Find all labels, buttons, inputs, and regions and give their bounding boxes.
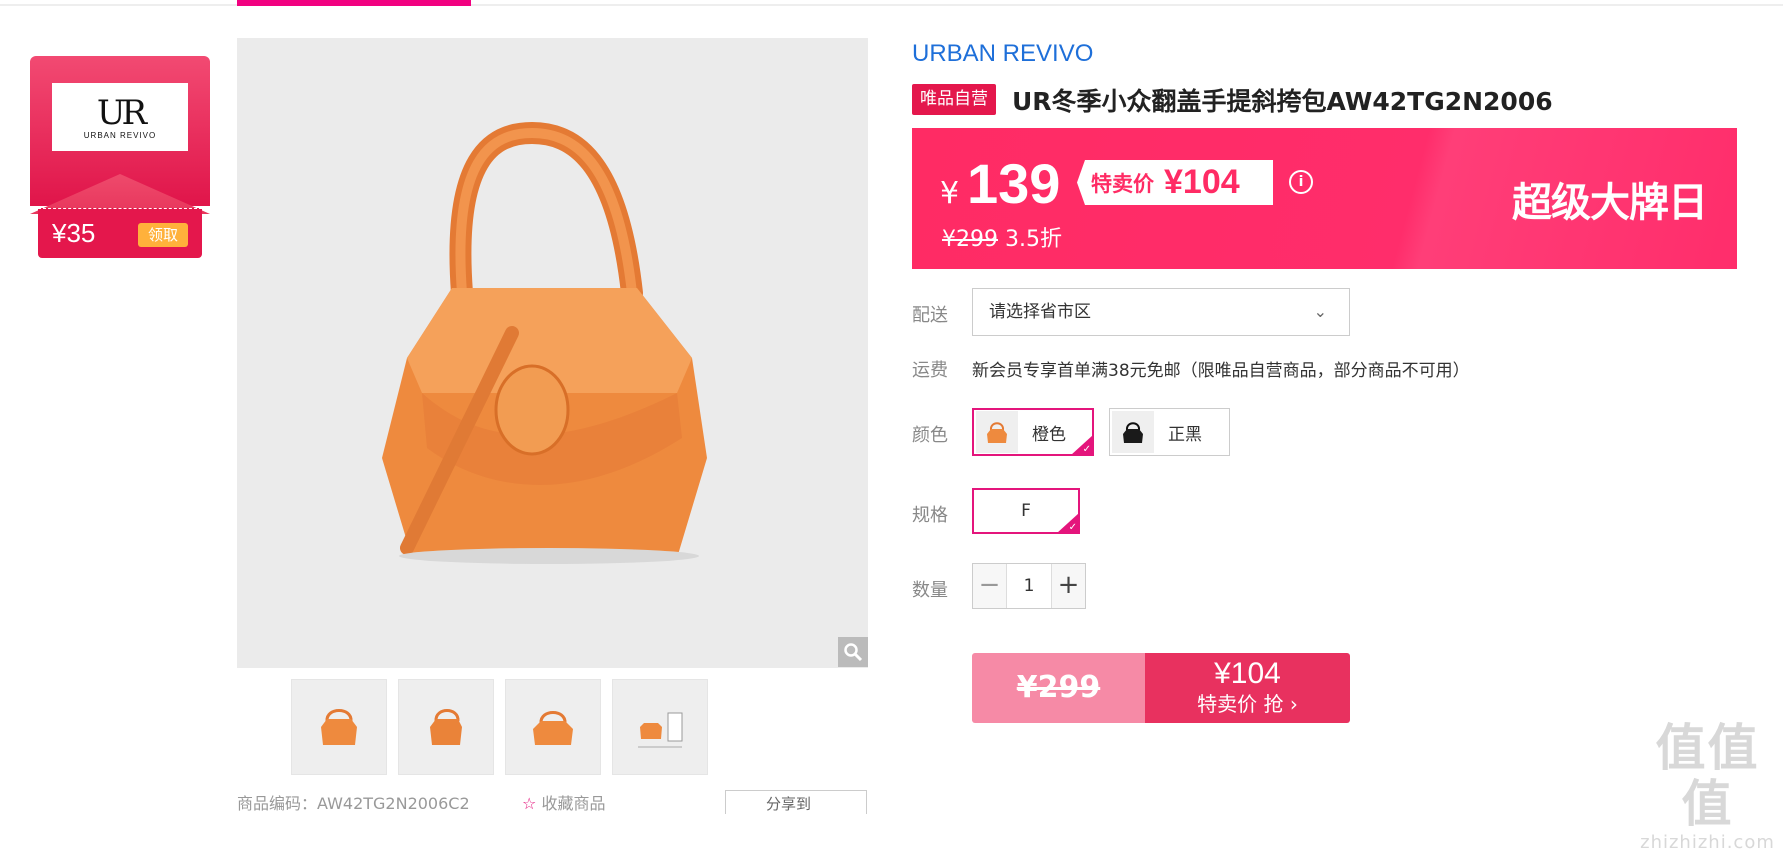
- coupon-amount: ¥35: [52, 218, 96, 248]
- handbag-illustration: [382, 121, 707, 564]
- magnifier-icon: [844, 643, 863, 662]
- buy-action-label: 特卖价 抢 ›: [1197, 692, 1298, 716]
- original-price: ¥299: [942, 227, 998, 252]
- collect-button[interactable]: ☆ 收藏商品: [522, 790, 605, 814]
- thumbnail[interactable]: [505, 679, 601, 775]
- top-nav-underline: [0, 0, 1783, 6]
- black-bag-icon: [1123, 422, 1143, 443]
- quantity-value[interactable]: 1: [1006, 564, 1052, 608]
- quantity-decrease-button[interactable]: −: [973, 564, 1006, 608]
- active-tab-indicator: [237, 0, 471, 6]
- buy-sale-price[interactable]: ¥104 特卖价 抢 ›: [1145, 653, 1350, 723]
- info-icon[interactable]: i: [1289, 170, 1313, 194]
- sale-price-tag: 特卖价 ¥104: [1077, 160, 1273, 205]
- color-option-label: 正黑: [1168, 424, 1202, 445]
- spec-option-label: F: [1021, 501, 1031, 521]
- region-select-value: 请选择省市区: [989, 302, 1091, 322]
- spec-option-f[interactable]: F ✓: [972, 488, 1080, 534]
- coupon-footer: ¥35 领取: [38, 208, 202, 258]
- color-option-black[interactable]: 正黑: [1109, 408, 1230, 456]
- quantity-increase-button[interactable]: +: [1052, 564, 1085, 608]
- quantity-stepper: − 1 +: [972, 563, 1086, 609]
- shipping-label: 运费: [912, 360, 948, 381]
- event-title: 超级大牌日: [1512, 180, 1708, 226]
- self-operated-badge: 唯品自营: [912, 84, 996, 115]
- discount-rate: 3.5折: [1005, 227, 1062, 252]
- thumbnail[interactable]: [291, 679, 387, 775]
- color-option-orange[interactable]: 橙色 ✓: [972, 408, 1094, 456]
- thumbnail-size-chart-icon: [638, 712, 683, 748]
- sale-price-value: ¥104: [1164, 163, 1240, 201]
- region-select[interactable]: 请选择省市区 ⌄: [972, 288, 1350, 336]
- brand-logo-text: URBAN REVIVO: [83, 130, 157, 140]
- quantity-label: 数量: [912, 580, 948, 601]
- product-main-image[interactable]: [237, 38, 868, 668]
- thumbnail-strip: [291, 679, 708, 775]
- chevron-down-icon: ⌄: [1313, 302, 1327, 321]
- currency-symbol: ¥: [940, 176, 960, 211]
- color-label: 颜色: [912, 425, 948, 446]
- thumbnail[interactable]: [398, 679, 494, 775]
- orange-swatch: [976, 411, 1018, 453]
- black-swatch: [1112, 411, 1154, 453]
- claim-coupon-button[interactable]: 领取: [138, 223, 188, 247]
- price-banner: ¥ 139 特卖价 ¥104 i ¥299 3.5折 超级大牌日: [912, 128, 1737, 269]
- current-price: 139: [967, 152, 1061, 215]
- store-coupon[interactable]: UR URBAN REVIVO ¥35 领取: [30, 56, 210, 262]
- shipping-info: 新会员专享首单满38元免邮（限唯品自营商品，部分商品不可用）: [972, 361, 1470, 381]
- thumbnail-bag-icon: [430, 709, 462, 745]
- color-option-label: 橙色: [1032, 424, 1066, 445]
- buy-price: ¥104: [1214, 657, 1281, 690]
- delivery-label: 配送: [912, 305, 948, 326]
- buy-button[interactable]: ¥299 ¥104 特卖价 抢 ›: [972, 653, 1350, 723]
- buy-original-price: ¥299: [972, 653, 1145, 723]
- thumbnail-bag-icon: [533, 711, 573, 745]
- brand-link[interactable]: URBAN REVIVO: [912, 40, 1093, 68]
- sale-price-label: 特卖价: [1091, 171, 1154, 196]
- site-watermark: 值值值 zhizhizhi.com: [1632, 720, 1783, 853]
- watermark-url: zhizhizhi.com: [1640, 832, 1775, 853]
- selected-check-icon: ✓: [1057, 513, 1079, 533]
- orange-bag-icon: [987, 422, 1007, 443]
- original-price-line: ¥299 3.5折: [942, 221, 1062, 253]
- thumbnail[interactable]: [612, 679, 708, 775]
- brand-logo-mark: UR: [96, 92, 147, 133]
- product-title: UR冬季小众翻盖手提斜挎包AW42TG2N2006: [1012, 87, 1553, 116]
- watermark-logo: 值值值: [1655, 719, 1760, 833]
- share-button[interactable]: 分享到: [725, 790, 867, 814]
- product-code: 商品编码：AW42TG2N2006C2: [237, 794, 470, 813]
- zoom-button[interactable]: [838, 637, 868, 667]
- thumbnail-bag-icon: [321, 709, 357, 745]
- spec-label: 规格: [912, 505, 948, 526]
- selected-check-icon: ✓: [1071, 435, 1093, 455]
- brand-logo: UR URBAN REVIVO: [52, 83, 188, 151]
